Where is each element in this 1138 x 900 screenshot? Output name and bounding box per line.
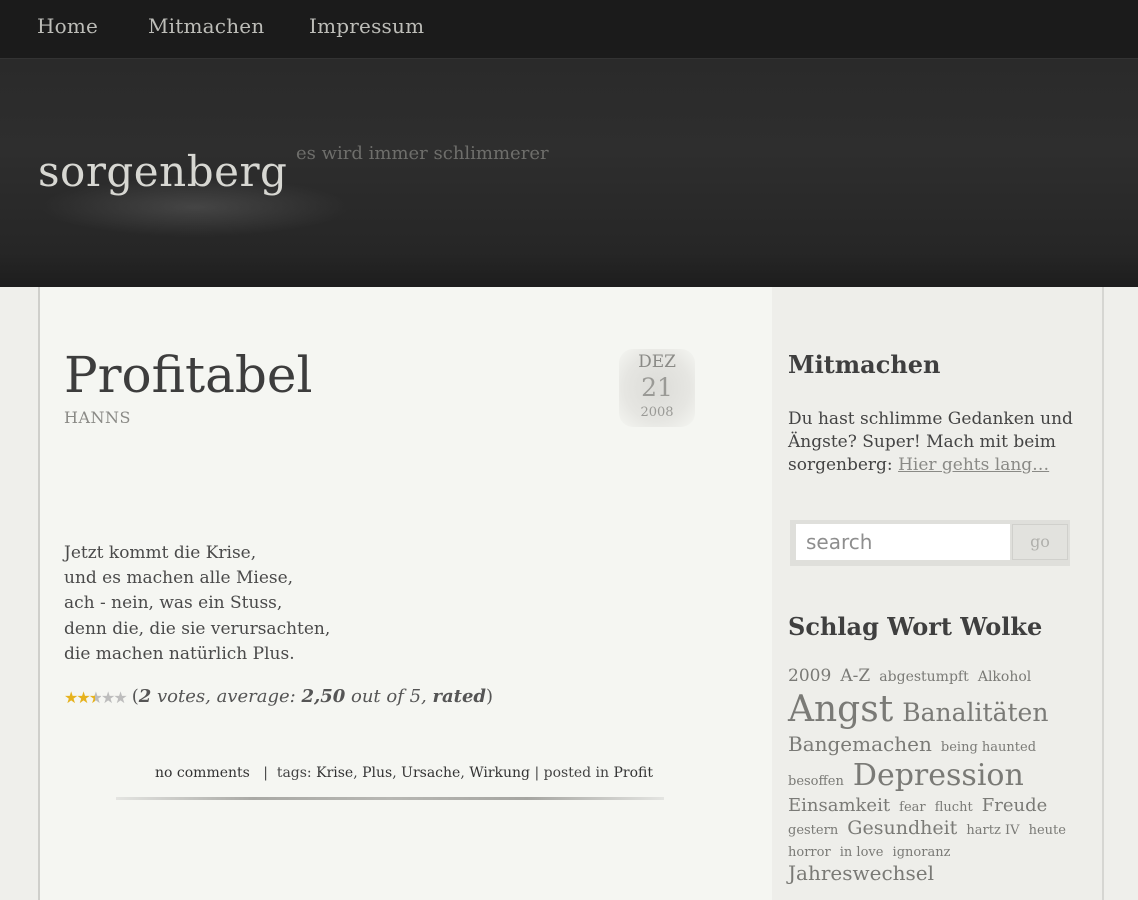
comments-link[interactable]: no comments bbox=[155, 765, 250, 781]
nav-home[interactable]: Home bbox=[37, 14, 98, 38]
tag-cloud-item[interactable]: Freude bbox=[982, 795, 1048, 816]
posted-in-label: posted in bbox=[543, 765, 610, 781]
top-navigation: Home Mitmachen Impressum bbox=[0, 0, 1138, 59]
site-header: sorgenberg es wird immer schlimmerer bbox=[0, 59, 1138, 287]
widget-title-tagcloud: Schlag Wort Wolke bbox=[788, 612, 1043, 641]
tag-cloud-item[interactable]: hartz IV bbox=[966, 823, 1019, 838]
poem-line: denn die, die sie verursachten, bbox=[64, 618, 331, 639]
post-meta: no comments | tags: Krise, Plus, Ursache… bbox=[155, 765, 654, 781]
tag-cloud-item[interactable]: abgestumpft bbox=[879, 669, 968, 685]
category-link[interactable]: Profit bbox=[614, 765, 654, 781]
tag-cloud-item[interactable]: horror bbox=[788, 845, 831, 860]
rating-out-of: out of 5, bbox=[345, 686, 433, 707]
rating-open-paren: ( bbox=[131, 686, 139, 707]
tag-cloud-item[interactable]: flucht bbox=[935, 800, 973, 815]
meta-separator: | bbox=[534, 765, 540, 781]
tag-cloud: 2009 A-Z abgestumpft Alkohol Angst Banal… bbox=[788, 666, 1088, 886]
star-half-icon[interactable]: ★ bbox=[89, 688, 103, 707]
poem-line: die machen natürlich Plus. bbox=[64, 643, 295, 664]
post-author: HANNS bbox=[64, 408, 131, 427]
tag-cloud-item[interactable]: Einsamkeit bbox=[788, 795, 890, 816]
tag-cloud-item[interactable]: Alkohol bbox=[978, 669, 1031, 685]
star-icon[interactable]: ★ bbox=[113, 688, 127, 707]
tag-cloud-item[interactable]: A-Z bbox=[840, 666, 870, 686]
tag-cloud-item[interactable]: Angst bbox=[788, 689, 893, 730]
tag-cloud-item[interactable]: being haunted bbox=[941, 740, 1036, 755]
tag-link[interactable]: Plus bbox=[362, 765, 392, 781]
meta-separator: | bbox=[263, 765, 268, 781]
post-title[interactable]: Profitabel bbox=[64, 346, 313, 404]
tag-link[interactable]: Krise bbox=[316, 765, 353, 781]
date-year: 2008 bbox=[640, 405, 674, 420]
tag-cloud-item[interactable]: Bangemachen bbox=[788, 732, 932, 756]
tag-cloud-item[interactable]: heute bbox=[1029, 823, 1066, 838]
tag-cloud-item[interactable]: Gesundheit bbox=[847, 817, 957, 839]
search-go-button[interactable]: go bbox=[1012, 524, 1068, 560]
date-badge: DEZ 21 2008 bbox=[619, 349, 695, 427]
rating-stars[interactable]: ★★★★★ bbox=[64, 687, 128, 708]
poem-line: Jetzt kommt die Krise, bbox=[64, 543, 257, 563]
star-icon[interactable]: ★ bbox=[76, 688, 90, 707]
star-icon[interactable]: ★ bbox=[101, 688, 115, 707]
site-tagline: es wird immer schlimmerer bbox=[296, 143, 549, 164]
poem-line: ach - nein, was ein Stuss, bbox=[64, 593, 283, 614]
rating-votes: 2 bbox=[138, 686, 152, 707]
tag-cloud-item[interactable]: Depression bbox=[853, 758, 1024, 793]
star-icon[interactable]: ★ bbox=[64, 688, 78, 707]
poem-line: und es machen alle Miese, bbox=[64, 568, 294, 589]
rating-rated: rated bbox=[432, 686, 487, 707]
mitmachen-link[interactable]: Hier gehts lang… bbox=[898, 455, 1049, 475]
nav-impressum[interactable]: Impressum bbox=[309, 14, 424, 38]
nav-mitmachen[interactable]: Mitmachen bbox=[148, 14, 264, 38]
rating-votes-text: votes, average: bbox=[151, 686, 302, 707]
post-divider bbox=[116, 797, 664, 800]
tag-cloud-item[interactable]: ignoranz bbox=[893, 845, 951, 860]
tag-link[interactable]: Ursache bbox=[401, 765, 460, 781]
widget-title-mitmachen: Mitmachen bbox=[788, 350, 941, 379]
tag-cloud-item[interactable]: fear bbox=[899, 800, 925, 815]
tag-cloud-item[interactable]: gestern bbox=[788, 823, 838, 838]
rating-average: 2,50 bbox=[301, 686, 346, 707]
tag-cloud-item[interactable]: Jahreswechsel bbox=[788, 861, 934, 885]
date-month: DEZ bbox=[638, 352, 676, 372]
tags-label: tags: bbox=[276, 765, 312, 781]
post-rating: ★★★★★ (2 votes, average: 2,50 out of 5, … bbox=[64, 686, 493, 708]
tag-cloud-item[interactable]: besoffen bbox=[788, 774, 844, 789]
date-day: 21 bbox=[641, 373, 673, 402]
site-title[interactable]: sorgenberg bbox=[38, 147, 287, 196]
tag-cloud-item[interactable]: Banalitäten bbox=[902, 698, 1048, 727]
tag-cloud-item[interactable]: in love bbox=[840, 845, 884, 860]
rating-close-paren: ) bbox=[486, 686, 494, 707]
tag-cloud-item[interactable]: 2009 bbox=[788, 666, 831, 686]
post-body: Jetzt kommt die Krise, und es machen all… bbox=[64, 541, 330, 667]
mitmachen-text: Du hast schlimme Gedanken und Ängste? Su… bbox=[788, 408, 1088, 477]
search-input[interactable] bbox=[796, 524, 1010, 560]
tag-link[interactable]: Wirkung bbox=[469, 765, 530, 781]
